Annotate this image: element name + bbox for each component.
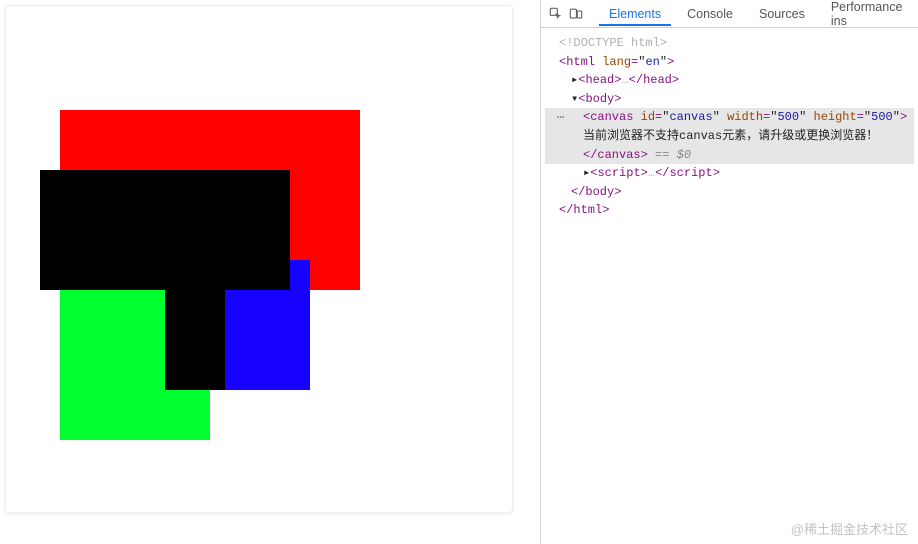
body-open-tag[interactable]: ▾<body>: [545, 90, 914, 109]
body-close-tag[interactable]: </body>: [545, 183, 914, 202]
canvas-element: [10, 10, 510, 510]
tab-console[interactable]: Console: [677, 1, 743, 26]
tab-elements[interactable]: Elements: [599, 1, 671, 26]
tab-sources[interactable]: Sources: [749, 1, 815, 26]
canvas-fallback-text: 当前浏览器不支持canvas元素，请升级或更换浏览器！: [583, 129, 878, 143]
device-toolbar-icon[interactable]: [569, 6, 583, 22]
node-actions-icon[interactable]: ⋯: [557, 109, 564, 128]
doctype-node[interactable]: <!DOCTYPE html>: [545, 34, 914, 53]
devtools-toolbar: Elements Console Sources Performance ins: [541, 0, 918, 28]
watermark: @稀土掘金技术社区: [791, 519, 908, 538]
inspect-element-icon[interactable]: [549, 6, 563, 22]
html-open-tag[interactable]: <html lang="en">: [545, 53, 914, 72]
elements-dom-tree[interactable]: <!DOCTYPE html> <html lang="en"> ▸<head>…: [541, 28, 918, 226]
selected-canvas-node[interactable]: ⋯ <canvas id="canvas" width="500" height…: [545, 108, 914, 164]
rendered-preview-pane: [5, 5, 513, 513]
head-node[interactable]: ▸<head>…</head>: [545, 71, 914, 90]
selected-node-marker: == $0: [648, 148, 691, 162]
canvas-shape: [165, 240, 225, 390]
html-close-tag[interactable]: </html>: [545, 201, 914, 220]
script-node[interactable]: ▸<script>…</script>: [545, 164, 914, 183]
devtools-panel: Elements Console Sources Performance ins…: [540, 0, 918, 544]
